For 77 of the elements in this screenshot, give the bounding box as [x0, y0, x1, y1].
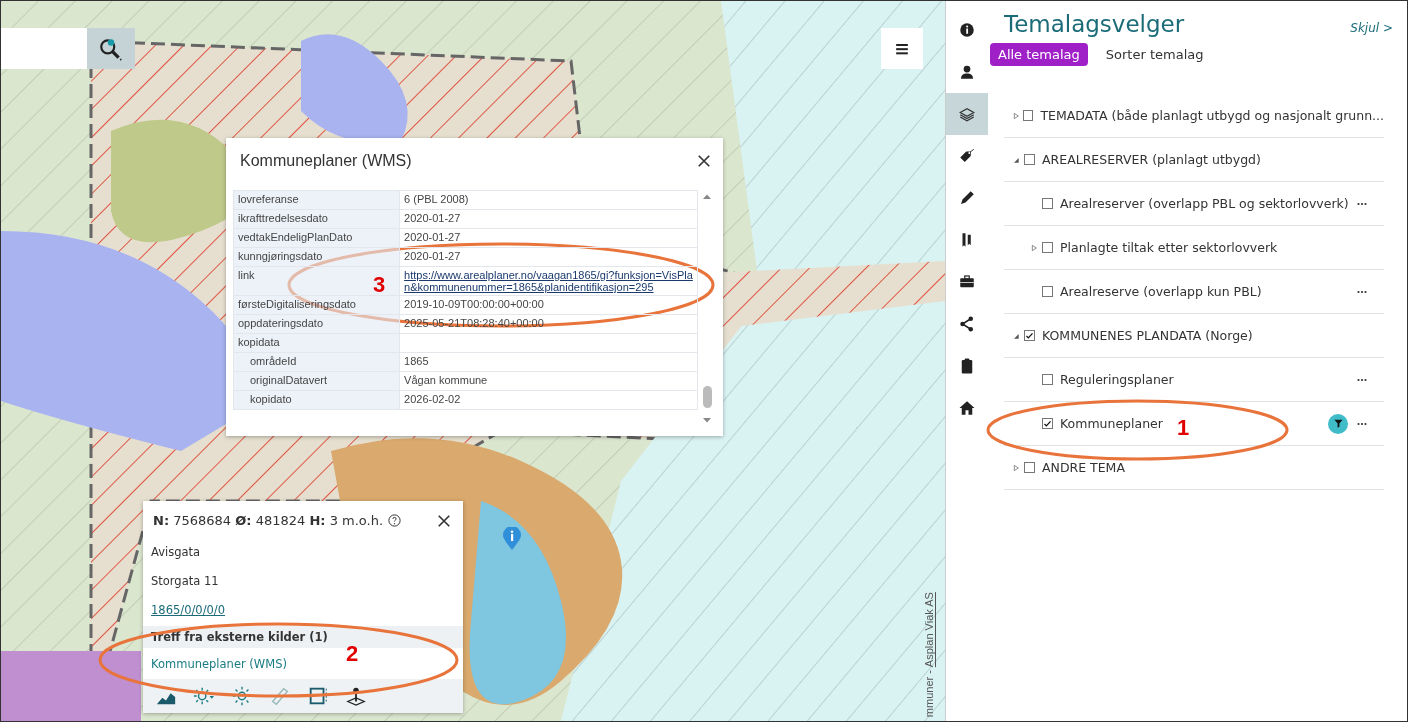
checkbox[interactable]: [1042, 242, 1053, 253]
annotation-number: 1: [1177, 415, 1190, 441]
checkbox[interactable]: [1024, 462, 1035, 473]
checkbox[interactable]: [1042, 374, 1053, 385]
expand-icon[interactable]: [1011, 111, 1020, 120]
checkbox[interactable]: [1042, 418, 1053, 429]
collapse-icon[interactable]: [1012, 331, 1020, 340]
layer-label[interactable]: KOMMUNENES PLANDATA (Norge): [1042, 328, 1253, 343]
tab[interactable]: Sorter temalag: [1097, 43, 1212, 66]
attribute-value: 6 (PBL 2008): [399, 190, 698, 210]
attribute-value: 2026-02-02: [399, 390, 698, 410]
attribute-name: kunngjøringsdato: [233, 247, 400, 267]
search-field[interactable]: [1, 28, 87, 69]
property-link[interactable]: 1865/0/0/0/0: [151, 602, 226, 617]
layer-label[interactable]: ANDRE TEMA: [1042, 460, 1125, 475]
checkbox[interactable]: [1024, 330, 1035, 341]
checkbox[interactable]: [1024, 154, 1035, 165]
info-icon: [958, 21, 976, 39]
attribute-name: kopidata: [233, 333, 400, 353]
menu-button[interactable]: [881, 28, 923, 69]
address-text: Storgata 11: [151, 573, 219, 588]
attribute-name: oppdateringsdato: [233, 314, 400, 334]
attribute-value: 2020-01-27: [399, 247, 698, 267]
checkbox[interactable]: [1042, 286, 1053, 297]
attribute-value: 1865: [399, 352, 698, 372]
result-link[interactable]: Kommuneplaner (WMS): [151, 656, 287, 671]
home-icon: [958, 399, 976, 417]
expand-icon[interactable]: [1012, 463, 1020, 472]
panel-title: Temalagsvelger: [1004, 11, 1185, 37]
layers-icon: [958, 105, 976, 123]
attribute-name: førsteDigitaliseringsdato: [233, 295, 400, 315]
layer-label[interactable]: Arealreserve (overlapp kun PBL): [1060, 284, 1262, 299]
collapse-icon[interactable]: [1012, 155, 1020, 164]
attribute-name: originalDatavert: [233, 371, 400, 391]
location-pin-button[interactable]: [345, 685, 367, 708]
share-icon: [958, 315, 976, 333]
attribute-value: 2019-10-09T00:00:00+00:00: [399, 295, 698, 315]
attribute-name: lovreferanse: [233, 190, 400, 210]
ruler-button[interactable]: [269, 685, 291, 708]
address-text: Avisgata: [151, 545, 201, 560]
attribution-text: mmuner -: [923, 668, 935, 717]
tag-icon: [958, 147, 976, 165]
attribute-name: kopidato: [233, 390, 400, 410]
attribute-name: vedtakEndeligPlanDato: [233, 228, 400, 248]
attribute-name: områdeId: [233, 352, 400, 372]
expand-icon[interactable]: [1030, 243, 1038, 252]
search-settings-button[interactable]: [87, 28, 135, 69]
attribute-value: 2020-01-27: [399, 209, 698, 229]
attribute-value: 2020-01-27: [399, 228, 698, 248]
tab[interactable]: Alle temalag: [990, 43, 1088, 66]
check-icon: [1043, 418, 1052, 429]
checkbox[interactable]: [1042, 198, 1053, 209]
filter-button[interactable]: [1328, 413, 1348, 434]
layers-tab[interactable]: [946, 93, 988, 135]
ruler-icon: [269, 685, 291, 708]
hide-link[interactable]: Skjul >: [1350, 21, 1393, 35]
map-marker-icon[interactable]: [500, 527, 524, 551]
pencil-icon: [958, 189, 976, 207]
filter-icon: [1332, 418, 1344, 429]
popup-title: Kommuneplaner (WMS): [240, 151, 412, 170]
layer-label[interactable]: Reguleringsplaner: [1060, 372, 1174, 387]
help-icon[interactable]: [387, 513, 403, 529]
coordinates-text: N: 7568684 Ø: 481824 H: 3 m.o.h.: [153, 513, 384, 529]
annotation-number: 3: [373, 272, 386, 298]
layer-label[interactable]: Planlagte tiltak etter sektorlovverk: [1060, 240, 1278, 255]
layer-label[interactable]: Arealreserver (overlapp PBL og sektorlovverk): [1060, 196, 1349, 211]
scrollbar-thumb[interactable]: [702, 386, 712, 408]
attribution-link[interactable]: Asplan Viak AS: [923, 591, 935, 667]
checkbox[interactable]: [1023, 110, 1034, 121]
check-icon: [1025, 330, 1034, 341]
location-pin-icon: [345, 685, 367, 708]
attribute-name: ikrafttredelsesdato: [233, 209, 400, 229]
layer-label[interactable]: TEMADATA (både planlagt utbygd og nasjonalt grunn...: [1040, 108, 1384, 123]
person-icon: [958, 63, 976, 81]
layer-label[interactable]: Kommuneplaner: [1060, 416, 1163, 431]
attribute-value: Vågan kommune: [399, 371, 698, 391]
layer-label[interactable]: AREALRESERVER (planlagt utbygd): [1042, 152, 1261, 167]
